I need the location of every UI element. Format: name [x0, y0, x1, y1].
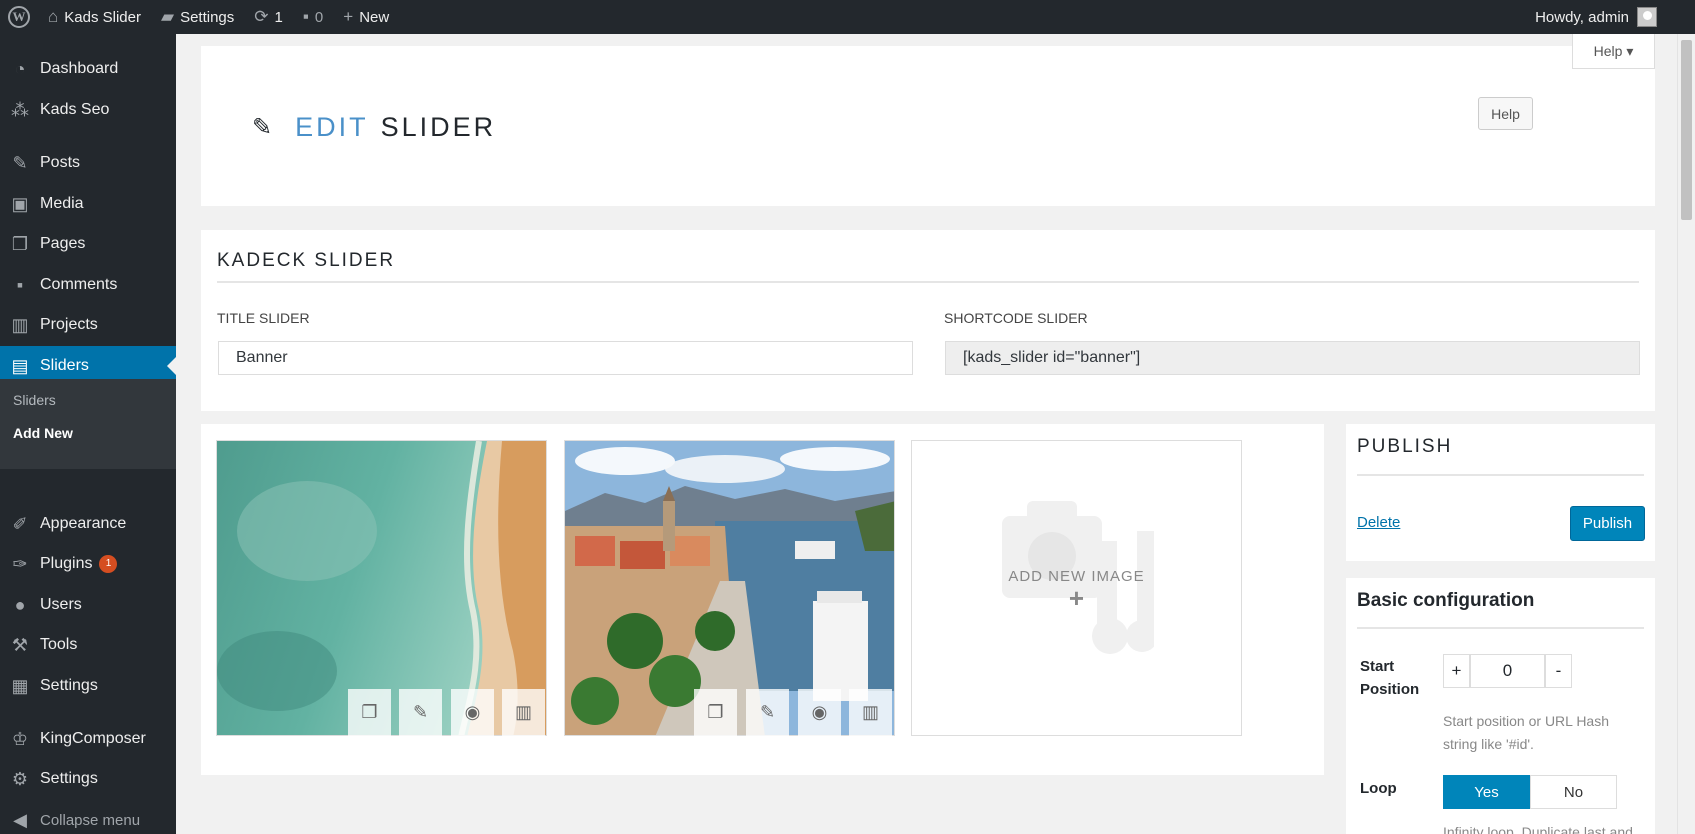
sidebar-item-users[interactable]: ● Users: [0, 585, 176, 625]
sidebar-item-comments[interactable]: ▪ Comments: [0, 265, 176, 305]
sidebar-item-settings-2[interactable]: ⚙ Settings: [0, 759, 176, 799]
title-slider-label: TITLE SLIDER: [217, 310, 310, 326]
sidebar-item-posts[interactable]: ✎ Posts: [0, 143, 176, 183]
start-position-stepper: + 0 -: [1443, 654, 1572, 688]
collapse-icon: ◀: [13, 809, 27, 830]
adminbar-new-link[interactable]: + New: [333, 0, 399, 34]
sidebar-item-settings[interactable]: ▦ Settings: [0, 666, 176, 706]
adminbar-account[interactable]: Howdy, admin: [1535, 7, 1695, 27]
comment-icon: ▪: [302, 7, 309, 26]
title-slider-input[interactable]: Banner: [218, 341, 913, 375]
home-icon: ⌂: [48, 7, 59, 26]
sidebar-item-pages[interactable]: ❐ Pages: [0, 224, 176, 264]
duplicate-icon[interactable]: ❐: [348, 689, 391, 736]
basic-configuration-title: Basic configuration: [1357, 590, 1535, 611]
slider-section-title: KADECK SLIDER: [217, 250, 396, 271]
divider: [217, 281, 1639, 283]
admin-bar: W ⌂ Kads Slider ▰ Settings ⟳ 1 ▪ 0 + New…: [0, 0, 1695, 34]
kads-seo-icon: ⁂: [11, 99, 29, 120]
preview-eye-icon[interactable]: ◉: [798, 689, 841, 736]
page-scrollbar[interactable]: [1677, 34, 1695, 834]
edit-pencil-icon[interactable]: ✎: [399, 689, 442, 736]
loop-toggle: Yes No: [1443, 775, 1617, 809]
brush-icon: ✐: [12, 513, 28, 534]
wrench-icon: ⚒: [11, 634, 29, 655]
sidebar-item-tools[interactable]: ⚒ Tools: [0, 625, 176, 665]
sidebar-item-projects[interactable]: ▥ Projects: [0, 305, 176, 345]
comment-icon: ▪: [16, 274, 24, 295]
projects-icon: ▥: [11, 314, 29, 335]
admin-sidebar: ◔ Dashboard ⁂ Kads Seo ✎ Posts ▣ Media ❐ Page…: [0, 34, 176, 834]
slider-settings-card: [201, 230, 1655, 411]
sidebar-item-kingcomposer[interactable]: ♔ KingComposer: [0, 719, 176, 759]
plus-icon: +: [343, 7, 354, 26]
loop-label: Loop: [1360, 780, 1397, 797]
delete-link[interactable]: Delete: [1357, 514, 1400, 531]
loop-help: Infinity loop. Duplicate last and: [1443, 824, 1633, 834]
sidebar-item-appearance[interactable]: ✐ Appearance: [0, 504, 176, 544]
scrollbar-thumb[interactable]: [1681, 40, 1692, 220]
media-icon: ▣: [11, 193, 29, 214]
adminbar-site-link[interactable]: ⌂ Kads Slider: [38, 0, 151, 34]
start-position-label: Start Position: [1360, 658, 1420, 698]
avatar: [1637, 7, 1657, 27]
adminbar-updates-link[interactable]: ⟳ 1: [244, 0, 293, 34]
crown-icon: ♔: [11, 728, 29, 749]
plugins-update-badge: 1: [99, 555, 118, 573]
wordpress-logo-icon[interactable]: W: [0, 0, 38, 34]
divider: [1357, 627, 1644, 629]
plug-icon: ✑: [12, 553, 28, 574]
publish-button[interactable]: Publish: [1570, 506, 1645, 541]
adminbar-settings-link[interactable]: ▰ Settings: [151, 0, 244, 34]
preview-eye-icon[interactable]: ◉: [451, 689, 494, 736]
loop-yes-button[interactable]: Yes: [1443, 775, 1530, 809]
pencil-icon: ✎: [252, 114, 276, 141]
sidebar-item-dashboard[interactable]: ◔ Dashboard: [0, 49, 176, 89]
edit-pencil-icon[interactable]: ✎: [746, 689, 789, 736]
dashboard-icon: ◔: [14, 58, 26, 79]
stepper-increment-button[interactable]: +: [1443, 654, 1470, 688]
sliders-submenu: Sliders Add New: [0, 379, 176, 469]
start-position-input[interactable]: 0: [1470, 654, 1545, 688]
user-icon: ●: [14, 594, 26, 615]
sidebar-item-kads-seo[interactable]: ⁂ Kads Seo: [0, 90, 176, 130]
sliders-icon: ▤: [11, 355, 29, 376]
shortcode-slider-field[interactable]: [kads_slider id="banner"]: [945, 341, 1640, 375]
help-button[interactable]: Help: [1478, 97, 1533, 130]
pages-icon: ❐: [11, 233, 29, 254]
sidebar-item-media[interactable]: ▣ Media: [0, 184, 176, 224]
stepper-decrement-button[interactable]: -: [1545, 654, 1572, 688]
updates-icon: ⟳: [254, 7, 269, 26]
gear-icon: ⚙: [11, 768, 29, 789]
trash-icon[interactable]: ▥: [502, 689, 545, 736]
page-title: ✎ EDIT SLIDER: [252, 112, 497, 142]
submenu-item-sliders[interactable]: Sliders: [13, 392, 56, 408]
sidebar-item-plugins[interactable]: ✑ Plugins 1: [0, 544, 176, 584]
plus-icon: +: [1068, 583, 1085, 613]
add-new-image-button[interactable]: ADD NEW IMAGE +: [911, 440, 1242, 736]
settings-icon: ▦: [11, 675, 29, 696]
divider: [1357, 474, 1644, 476]
folder-icon: ▰: [161, 7, 175, 26]
adminbar-comments-link[interactable]: ▪ 0: [293, 0, 333, 34]
caret-down-icon: ▾: [1626, 42, 1634, 59]
shortcode-slider-label: SHORTCODE SLIDER: [944, 310, 1088, 326]
start-position-help: Start position or URL Hash string like '…: [1443, 713, 1609, 752]
publish-title: PUBLISH: [1357, 436, 1453, 457]
help-tab-button[interactable]: Help ▾: [1572, 34, 1655, 69]
trash-icon[interactable]: ▥: [849, 689, 892, 736]
loop-no-button[interactable]: No: [1530, 775, 1617, 809]
duplicate-icon[interactable]: ❐: [694, 689, 737, 736]
collapse-menu-button[interactable]: ◀ Collapse menu: [0, 800, 176, 834]
submenu-item-add-new[interactable]: Add New: [13, 425, 73, 441]
pin-icon: ✎: [12, 152, 28, 173]
